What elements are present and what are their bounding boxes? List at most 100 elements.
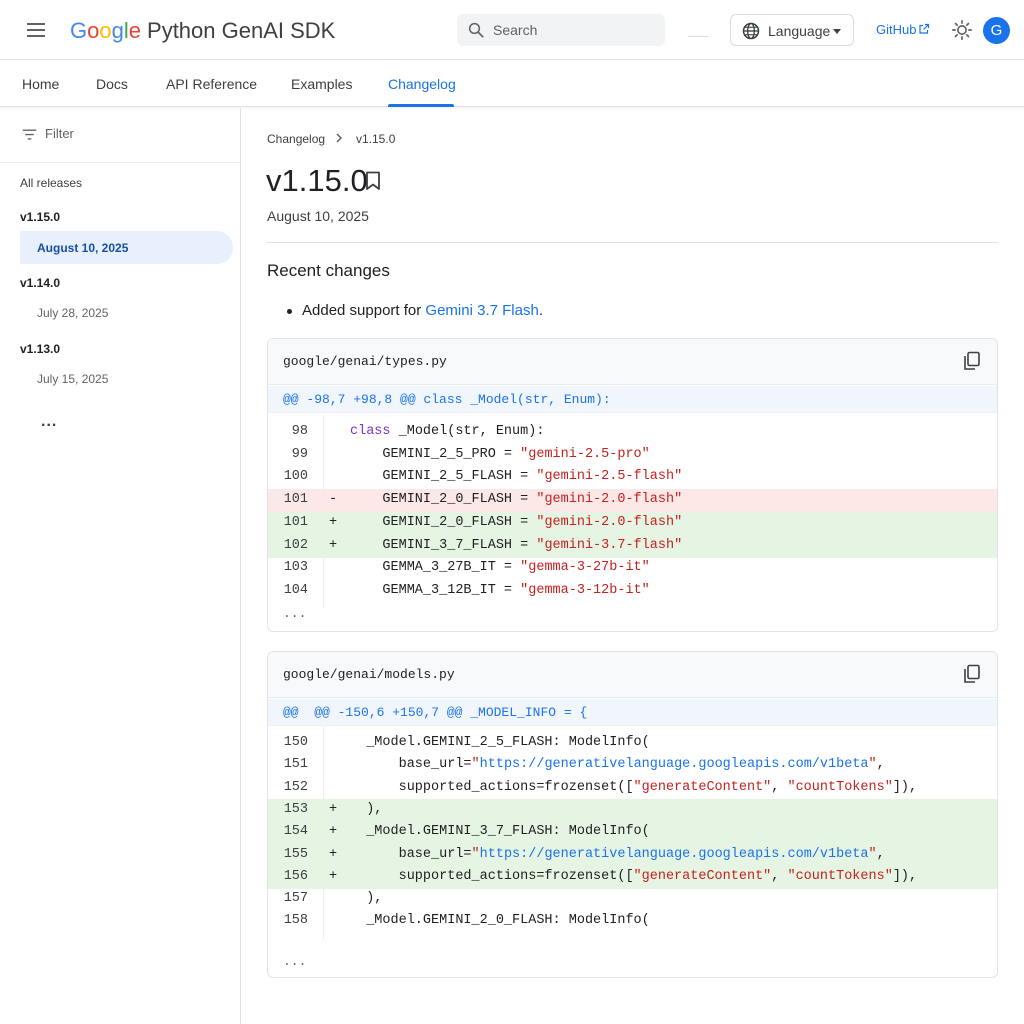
sidebar-item-date[interactable]: July 28, 2025 bbox=[37, 306, 108, 320]
code-text: base_url="https://generativelanguage.goo… bbox=[350, 757, 885, 773]
diff-marker: + bbox=[329, 824, 338, 840]
diff-marker: + bbox=[329, 801, 338, 817]
active-tab-indicator bbox=[388, 104, 454, 107]
more-releases-button[interactable]: ... bbox=[41, 413, 57, 431]
change-text: Added support for bbox=[302, 302, 426, 319]
divider bbox=[0, 162, 240, 163]
product-name: Python GenAI SDK bbox=[147, 18, 336, 43]
logo-letter: o bbox=[87, 18, 100, 43]
all-releases-link[interactable]: All releases bbox=[20, 176, 82, 190]
sidebar: Filter All releases v1.15.0 August 10, 2… bbox=[0, 108, 241, 1024]
line-number: 151 bbox=[283, 757, 308, 773]
breadcrumb-changelog[interactable]: Changelog bbox=[267, 132, 325, 146]
added-line: 153 + ), bbox=[268, 798, 997, 822]
code-diff-card: google/genai/types.py @@ -98,7 +98,8 @@ … bbox=[267, 338, 998, 632]
hunk-header: @@ -98,7 +98,8 @@ class _Model(str, Enum… bbox=[268, 386, 997, 413]
line-number: 103 bbox=[283, 560, 308, 576]
theme-toggle[interactable] bbox=[951, 19, 973, 46]
sidebar-item-v1-15-0[interactable]: v1.15.0 bbox=[20, 210, 60, 224]
code-text: _Model.GEMINI_3_7_FLASH: ModelInfo( bbox=[350, 824, 650, 840]
hunk-header: @@ @@ -150,6 +150,7 @@ _MODEL_INFO = { bbox=[268, 699, 997, 726]
code-text: GEMINI_2_0_FLASH = "gemini-2.0-flash" bbox=[350, 514, 683, 530]
diff-marker: + bbox=[329, 514, 338, 530]
line-number: 102 bbox=[283, 537, 308, 553]
filter-icon bbox=[22, 129, 37, 140]
globe-icon bbox=[742, 22, 760, 40]
truncated-indicator: ... bbox=[283, 954, 307, 969]
line-number: 104 bbox=[283, 582, 308, 598]
code-line: 158 _Model.GEMINI_2_0_FLASH: ModelInfo( bbox=[268, 910, 997, 933]
diff-marker: + bbox=[329, 846, 338, 862]
copy-icon[interactable] bbox=[963, 351, 981, 376]
gemini-link[interactable]: Gemini 3.7 Flash bbox=[425, 302, 538, 319]
code-line: 103 GEMMA_3_27B_IT = "gemma-3-27b-it" bbox=[268, 557, 997, 580]
hunk-text: @@ @@ -150,6 +150,7 @@ _MODEL_INFO = { bbox=[283, 705, 588, 720]
line-number: 98 bbox=[291, 424, 308, 439]
added-line: 101 + GEMINI_2_0_FLASH = "gemini-2.0-flas… bbox=[268, 511, 997, 535]
active-marker bbox=[20, 231, 23, 264]
chevron-right-icon bbox=[334, 132, 344, 147]
added-line: 154 + _Model.GEMINI_3_7_FLASH: ModelInfo( bbox=[268, 821, 997, 845]
change-suffix: . bbox=[538, 302, 543, 319]
sidebar-date-label: August 10, 2025 bbox=[37, 241, 129, 255]
search-input[interactable] bbox=[493, 14, 659, 46]
tab-docs[interactable]: Docs bbox=[96, 76, 128, 92]
code-text: ), bbox=[350, 801, 383, 817]
code-line: 98 class _Model(str, Enum): bbox=[268, 421, 997, 444]
search-box[interactable] bbox=[457, 14, 665, 46]
site-logo[interactable]: Google Python GenAI SDK bbox=[70, 17, 335, 45]
code-diff-card: google/genai/models.py @@ @@ -150,6 +150… bbox=[267, 651, 998, 978]
line-number: 153 bbox=[283, 801, 308, 817]
code-text: _Model.GEMINI_2_0_FLASH: ModelInfo( bbox=[350, 913, 650, 929]
line-number: 100 bbox=[283, 469, 308, 485]
removed-line: 101 - GEMINI_2_0_FLASH = "gemini-2.0-flas… bbox=[268, 489, 997, 513]
code-line: 150 _Model.GEMINI_2_5_FLASH: ModelInfo( bbox=[268, 732, 997, 755]
line-number: 101 bbox=[283, 514, 308, 530]
copy-icon[interactable] bbox=[963, 664, 981, 689]
divider bbox=[267, 242, 998, 243]
page-title: v1.15.0 bbox=[266, 163, 368, 198]
sidebar-item-date-active[interactable]: August 10, 2025 bbox=[20, 231, 233, 264]
sidebar-item-v1-14-0[interactable]: v1.14.0 bbox=[20, 276, 60, 290]
code-text: GEMINI_2_0_FLASH = "gemini-2.0-flash" bbox=[350, 492, 683, 508]
language-label: Language bbox=[768, 23, 831, 39]
code-line: 157 ), bbox=[268, 888, 997, 911]
code-text: GEMMA_3_12B_IT = "gemma-3-12b-it" bbox=[350, 582, 650, 598]
sidebar-item-v1-13-0[interactable]: v1.13.0 bbox=[20, 342, 60, 356]
file-name: google/genai/models.py bbox=[283, 667, 455, 682]
code-line: 152 supported_actions=frozenset(["genera… bbox=[268, 777, 997, 800]
added-line: 156 + supported_actions=frozenset(["gener… bbox=[268, 865, 997, 889]
line-number: 99 bbox=[291, 446, 308, 462]
bookmark-icon[interactable] bbox=[365, 171, 381, 196]
github-label: GitHub bbox=[876, 22, 917, 37]
line-number: 158 bbox=[283, 913, 308, 929]
github-link[interactable]: GitHub bbox=[876, 22, 930, 37]
language-selector[interactable]: Language bbox=[730, 14, 854, 46]
diff-marker: - bbox=[329, 492, 338, 508]
breadcrumb-current: v1.15.0 bbox=[356, 132, 396, 146]
truncated-indicator: ... bbox=[283, 606, 307, 621]
sidebar-item-date[interactable]: July 15, 2025 bbox=[37, 372, 108, 386]
diff-marker: + bbox=[329, 537, 338, 553]
google-logo: Google bbox=[70, 18, 141, 43]
menu-icon[interactable] bbox=[22, 18, 50, 42]
code-line: 99 GEMINI_2_5_PRO = "gemini-2.5-pro" bbox=[268, 444, 997, 467]
avatar[interactable]: G bbox=[983, 17, 1010, 44]
code-text: base_url="https://generativelanguage.goo… bbox=[350, 846, 885, 862]
tab-home[interactable]: Home bbox=[22, 76, 59, 92]
code-line: 100 GEMINI_2_5_FLASH = "gemini-2.5-flash… bbox=[268, 466, 997, 489]
tab-api-reference[interactable]: API Reference bbox=[166, 76, 257, 92]
line-number: 156 bbox=[283, 868, 308, 884]
file-name: google/genai/types.py bbox=[283, 354, 447, 369]
code-text: GEMINI_3_7_FLASH = "gemini-3.7-flash" bbox=[350, 537, 683, 553]
code-text: _Model.GEMINI_2_5_FLASH: ModelInfo( bbox=[350, 735, 650, 750]
logo-letter: g bbox=[111, 18, 124, 43]
code-line: 104 GEMMA_3_12B_IT = "gemma-3-12b-it" bbox=[268, 580, 997, 603]
sun-icon bbox=[952, 20, 972, 40]
added-line: 155 + base_url="https://generativelanguag… bbox=[268, 843, 997, 867]
line-number: 154 bbox=[283, 824, 308, 840]
code-text: GEMINI_2_5_FLASH = "gemini-2.5-flash" bbox=[350, 469, 683, 485]
tab-changelog[interactable]: Changelog bbox=[388, 76, 456, 92]
tab-examples[interactable]: Examples bbox=[291, 76, 352, 92]
diff-marker: + bbox=[329, 868, 338, 884]
